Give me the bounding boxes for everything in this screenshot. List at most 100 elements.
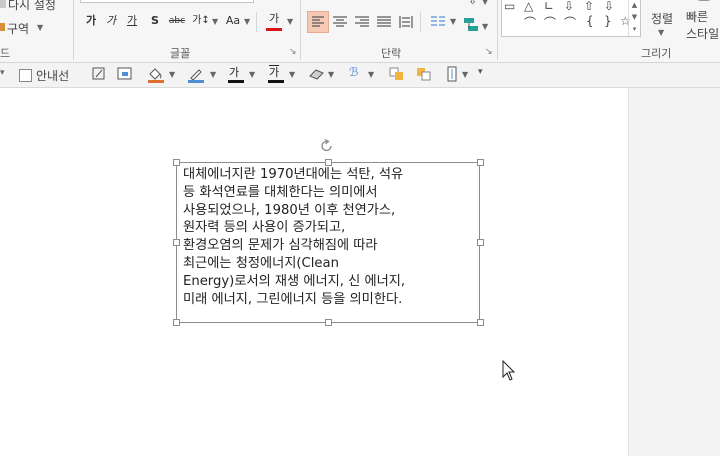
separator (420, 12, 421, 32)
columns-icon (431, 16, 445, 26)
text-color-swatch (228, 80, 244, 83)
bold-button[interactable]: 가 (84, 12, 98, 30)
resize-handle-left[interactable] (173, 239, 180, 246)
section-icon (0, 23, 5, 31)
font-size-box[interactable] (80, 0, 254, 3)
text-highlight-swatch (268, 80, 284, 83)
text-line: 환경오염의 문제가 심각해짐에 따라 (183, 238, 378, 254)
smartart-button[interactable] (462, 15, 480, 35)
quick-styles-label-1: 빠른 (686, 10, 709, 24)
arrange-button[interactable]: 정렬 ▼ (645, 8, 679, 37)
right-brace-icon[interactable]: } (604, 14, 612, 28)
paragraph-dialog-launcher-icon[interactable]: ↘ (485, 47, 493, 57)
chevron-down-icon: ▼ (210, 70, 217, 79)
paragraph-group-label: 단락 (381, 47, 402, 60)
justify-button[interactable] (374, 12, 394, 32)
chevron-down-icon: ▼ (169, 70, 176, 79)
align-right-button[interactable] (352, 12, 372, 32)
group-divider (497, 0, 498, 60)
arc-icon[interactable]: ⌒ (544, 14, 556, 31)
slides-group-label: 드 (0, 47, 11, 60)
send-backward-button[interactable] (415, 65, 433, 83)
shadow-button[interactable]: S (148, 12, 162, 30)
smartart-icon (464, 18, 478, 31)
text-line: Energy)로서의 재생 에너지, 신 에너지, (183, 273, 406, 289)
size-button[interactable] (443, 64, 461, 84)
arrow-up-shape-icon[interactable]: ⇧ (584, 0, 594, 13)
resize-handle-bottom[interactable] (325, 319, 332, 326)
align-right-icon (355, 16, 369, 27)
slide-pane-gutter (628, 88, 720, 456)
text-line: 최근에는 청정에너지(Clean (183, 255, 339, 271)
italic-button[interactable]: 가 (104, 12, 118, 30)
arrow-down-shape-icon[interactable]: ⇩ (564, 0, 574, 13)
text-effects-button[interactable]: ℬ (347, 65, 365, 83)
text-effects-icon: ℬ (349, 65, 359, 79)
chevron-down-icon: ▼ (249, 70, 256, 79)
chevron-down-icon: ▼ (482, 22, 489, 31)
left-brace-icon[interactable]: { (586, 14, 594, 28)
strikethrough-button[interactable]: abc (166, 12, 188, 30)
group-divider (300, 0, 301, 60)
chevron-down-icon: ▼ (328, 70, 335, 79)
change-case-button[interactable]: Aa (223, 12, 243, 30)
quick-styles-button[interactable]: 빠른 스타일 (684, 0, 720, 42)
quick-format-toolbar: ▾ 안내선 ▼ ▼ 가 ▼ 가 ▼ ▼ ℬ ▼ ▼ ▾ (0, 63, 720, 88)
picture-button[interactable] (116, 65, 134, 83)
ribbon: 다시 설정 구역 ▼ 드 가 가 가 S abc 가↕ ▼ Aa ▼ 가 ▼ 글… (0, 0, 720, 63)
resize-handle-top-left[interactable] (173, 159, 180, 166)
font-color-button[interactable]: 가 (265, 10, 283, 28)
resize-handle-top[interactable] (325, 159, 332, 166)
font-dialog-launcher-icon[interactable]: ↘ (289, 47, 297, 57)
underline-button[interactable]: 가 (125, 12, 139, 30)
distributed-button[interactable] (396, 12, 416, 32)
outline-color-button[interactable] (186, 65, 208, 85)
resize-handle-top-right[interactable] (477, 159, 484, 166)
arrow-shape-icon[interactable]: ⇩ (604, 0, 614, 13)
triangle-icon[interactable]: △ (524, 0, 533, 13)
shape-format-icon (92, 67, 105, 80)
curve-icon[interactable]: ⌒ (524, 14, 536, 31)
resize-handle-bottom-right[interactable] (477, 319, 484, 326)
distributed-icon (399, 16, 413, 28)
toolbar-overflow-icon[interactable]: ▾ (478, 67, 483, 77)
fill-color-button[interactable] (146, 65, 168, 85)
chevron-down-icon: ▼ (37, 23, 44, 32)
chevron-down-icon: ▼ (462, 70, 469, 79)
quick-styles-label-2: 스타일 (686, 27, 720, 41)
columns-button[interactable] (428, 12, 448, 32)
align-left-button[interactable] (307, 11, 329, 33)
bring-forward-button[interactable] (388, 65, 406, 83)
chevron-down-icon: ▼ (212, 17, 219, 26)
text-box-content[interactable]: 대체에너지란 1970년대에는 석탄, 석유 등 화석연료를 대체한다는 의미에… (183, 166, 473, 308)
rectangle-icon[interactable]: ▭ (504, 0, 515, 13)
eraser-button[interactable] (307, 65, 327, 83)
checkbox-box[interactable] (19, 69, 32, 82)
resize-handle-bottom-left[interactable] (173, 319, 180, 326)
font-color-swatch (266, 28, 282, 31)
resize-handle-right[interactable] (477, 239, 484, 246)
drawing-group-label: 그리기 (641, 47, 672, 60)
reset-icon (0, 0, 6, 8)
text-color-button[interactable]: 가 (227, 64, 245, 84)
align-center-button[interactable] (330, 12, 350, 32)
l-shape-icon[interactable]: ∟ (544, 0, 554, 13)
text-line: 대체에너지란 1970년대에는 석탄, 석유 (183, 167, 404, 182)
separator (256, 12, 257, 32)
rotate-handle-icon[interactable] (319, 138, 335, 154)
shape-format-button[interactable] (90, 65, 108, 83)
shape-gallery[interactable]: ▭ △ ∟ ⇩ ⇧ ⇩ ⌒ ⌒ ⌒ { } ☆ ▲ ▼ ▾ (501, 0, 641, 37)
arrow-icon[interactable]: ⇩ (468, 0, 477, 7)
text-line: 사용되었으나, 1980년 이후 천연가스, (183, 202, 396, 218)
justify-icon (377, 16, 391, 27)
gallery-more-icon[interactable]: ▲ ▼ ▾ (628, 0, 640, 36)
text-line: 원자력 등의 사용이 증가되고, (183, 220, 346, 236)
eraser-icon (309, 69, 324, 80)
send-backward-icon (417, 68, 431, 81)
chevron-down-icon: ▼ (244, 17, 251, 26)
char-spacing-button[interactable]: 가↕ (190, 12, 212, 30)
wave-icon[interactable]: ⌒ (564, 14, 576, 31)
chevron-down-icon: ▼ (450, 17, 457, 26)
bring-forward-icon (389, 67, 403, 80)
text-highlight-button[interactable]: 가 (267, 64, 285, 84)
